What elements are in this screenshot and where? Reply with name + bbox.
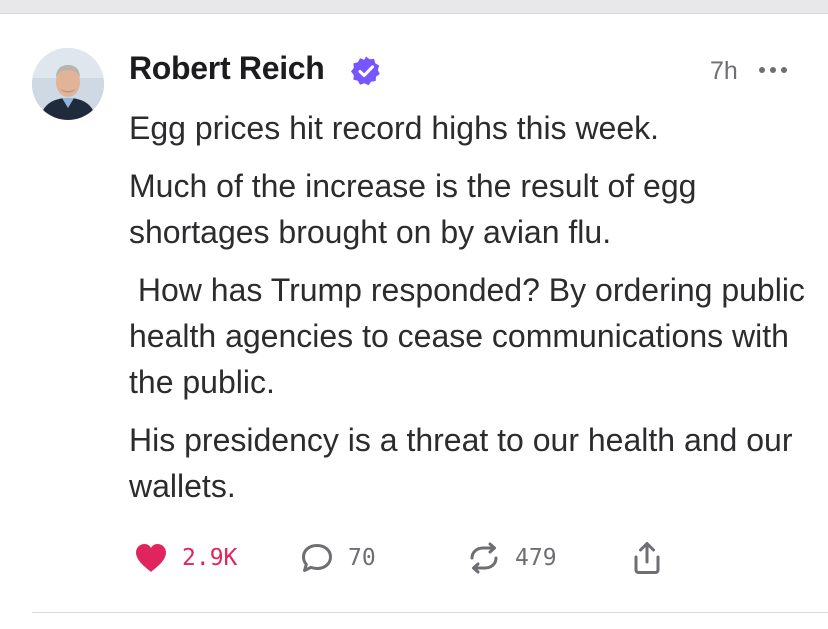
reply-button[interactable]: 70	[300, 538, 376, 578]
like-button[interactable]: 2.9K	[134, 538, 237, 578]
more-options-icon[interactable]	[756, 63, 790, 77]
heart-icon	[136, 544, 166, 572]
post-paragraph: Egg prices hit record highs this week.	[129, 110, 660, 146]
post-body: Egg prices hit record highs this week. M…	[129, 105, 809, 521]
post-timestamp: 7h	[710, 57, 738, 85]
top-divider-line	[0, 13, 828, 14]
share-upload-icon	[634, 542, 660, 574]
post-paragraph: Much of the increase is the result of eg…	[129, 168, 706, 250]
post-divider	[32, 612, 828, 613]
top-divider-band	[0, 0, 828, 13]
comment-bubble-icon	[302, 544, 332, 572]
post-paragraph: His presidency is a threat to our health…	[129, 422, 802, 504]
post-action-bar: 2.9K 70 479	[134, 538, 734, 578]
like-count: 2.9K	[182, 545, 238, 571]
reply-count: 70	[348, 545, 376, 571]
share-button[interactable]	[631, 538, 663, 578]
author-avatar[interactable]	[32, 48, 104, 120]
repost-button[interactable]: 479	[467, 538, 557, 578]
post-paragraph: How has Trump responded? By ordering pub…	[129, 272, 814, 400]
verified-badge-icon	[351, 56, 380, 86]
repost-arrows-icon	[470, 542, 498, 574]
author-name[interactable]: Robert Reich	[129, 50, 325, 87]
repost-count: 479	[515, 545, 557, 571]
